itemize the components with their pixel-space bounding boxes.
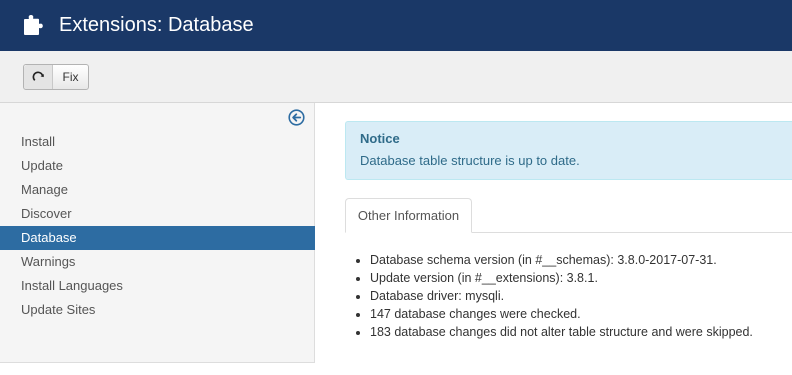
sidebar-item-warnings[interactable]: Warnings: [0, 250, 315, 274]
sidebar-item-install[interactable]: Install: [0, 130, 315, 154]
list-item: Database schema version (in #__schemas):…: [370, 251, 753, 269]
sidebar-item-install-languages[interactable]: Install Languages: [0, 274, 315, 298]
page-header: Extensions: Database: [0, 0, 792, 51]
tab-other-information[interactable]: Other Information: [345, 198, 472, 233]
toolbar: [0, 51, 792, 103]
sidebar-item-update[interactable]: Update: [0, 154, 315, 178]
list-item: 183 database changes did not alter table…: [370, 323, 753, 341]
page-title: Extensions: Database: [59, 14, 254, 36]
info-list: Database schema version (in #__schemas):…: [370, 251, 753, 341]
puzzle-icon: [24, 15, 43, 35]
arrow-left-circle-icon[interactable]: [288, 109, 305, 126]
notice-title: Notice: [360, 131, 400, 146]
fix-button[interactable]: Fix: [23, 64, 89, 90]
fix-label: Fix: [62, 70, 79, 84]
list-item: 147 database changes were checked.: [370, 305, 753, 323]
sidebar-item-database[interactable]: Database: [0, 226, 315, 250]
list-item: Update version (in #__extensions): 3.8.1…: [370, 269, 753, 287]
sidebar-item-discover[interactable]: Discover: [0, 202, 315, 226]
list-item: Database driver: mysqli.: [370, 287, 753, 305]
notice-alert: Notice Database table structure is up to…: [345, 121, 792, 180]
sidebar-item-update-sites[interactable]: Update Sites: [0, 298, 315, 322]
sidebar-item-manage[interactable]: Manage: [0, 178, 315, 202]
refresh-icon: [24, 65, 53, 89]
notice-message: Database table structure is up to date.: [360, 153, 580, 168]
sidebar-nav: Install Update Manage Discover Database …: [0, 130, 315, 322]
